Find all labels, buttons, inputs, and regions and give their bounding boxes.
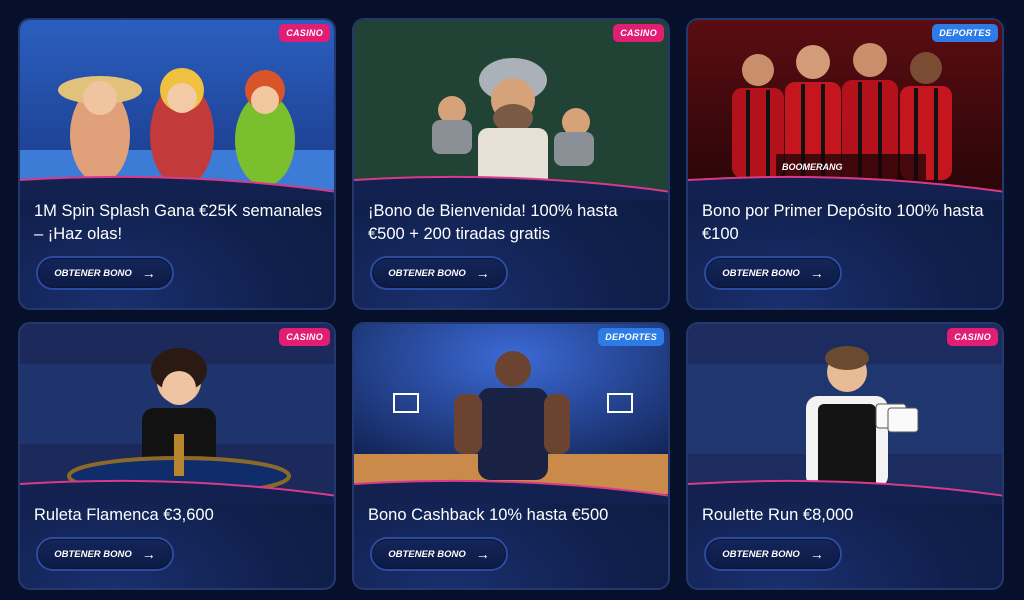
get-bonus-button[interactable]: OBTENER BONO → (704, 537, 842, 571)
button-label: OBTENER BONO (388, 548, 466, 560)
promo-image-football-players (688, 20, 1002, 190)
card-wave-divider (20, 479, 334, 504)
card-wave-divider (688, 479, 1002, 504)
arrow-right-icon: → (141, 546, 156, 562)
get-bonus-button[interactable]: OBTENER BONO → (370, 256, 508, 290)
get-bonus-button[interactable]: OBTENER BONO → (36, 537, 174, 571)
promo-card[interactable]: CASINO Ruleta Flamenca €3,600 OBTENER BO… (18, 322, 336, 590)
promo-card[interactable]: CASINO 1M Spin Splash Gana €25K semanale… (18, 18, 336, 310)
arrow-right-icon: → (809, 546, 824, 562)
promotions-grid: CASINO 1M Spin Splash Gana €25K semanale… (0, 0, 1024, 600)
promo-card[interactable]: DEPORTES Bono Cashback 10% hasta €500 OB… (352, 322, 670, 590)
promo-card[interactable]: CASINO Roulette Run €8,000 OBTENER BONO … (686, 322, 1004, 590)
button-label: OBTENER BONO (54, 267, 132, 279)
promo-image-card-dealer (688, 324, 1002, 494)
get-bonus-button[interactable]: OBTENER BONO → (36, 256, 174, 290)
arrow-right-icon: → (141, 265, 156, 281)
promo-title: Bono Cashback 10% hasta €500 (368, 506, 609, 524)
card-wave-divider (354, 175, 668, 200)
get-bonus-button[interactable]: OBTENER BONO → (370, 537, 508, 571)
promo-image-basketball-player (354, 324, 668, 494)
arrow-right-icon: → (475, 546, 490, 562)
button-label: OBTENER BONO (722, 267, 800, 279)
promo-title: 1M Spin Splash Gana €25K semanales – ¡Ha… (34, 202, 323, 243)
promo-image-pool-party (20, 20, 334, 190)
promo-image-roulette-dealer (20, 324, 334, 494)
card-wave-divider (688, 175, 1002, 200)
card-wave-divider (354, 479, 668, 504)
category-badge: CASINO (613, 24, 664, 42)
arrow-right-icon: → (809, 265, 824, 281)
promo-image-conquistador (354, 20, 668, 190)
category-badge: CASINO (279, 24, 330, 42)
card-wave-divider (20, 175, 334, 200)
promo-title: Bono por Primer Depósito 100% hasta €100 (702, 202, 984, 243)
promo-title: Roulette Run €8,000 (702, 506, 854, 524)
promo-title: ¡Bono de Bienvenida! 100% hasta €500 + 2… (368, 202, 618, 243)
category-badge: CASINO (947, 328, 998, 346)
get-bonus-button[interactable]: OBTENER BONO → (704, 256, 842, 290)
category-badge: CASINO (279, 328, 330, 346)
button-label: OBTENER BONO (54, 548, 132, 560)
arrow-right-icon: → (475, 265, 490, 281)
button-label: OBTENER BONO (722, 548, 800, 560)
button-label: OBTENER BONO (388, 267, 466, 279)
category-badge: DEPORTES (932, 24, 998, 42)
promo-card[interactable]: BOOMERANG DEPORTES Bono por Primer Depós… (686, 18, 1004, 310)
category-badge: DEPORTES (598, 328, 664, 346)
promo-title: Ruleta Flamenca €3,600 (34, 506, 214, 524)
promo-card[interactable]: CASINO ¡Bono de Bienvenida! 100% hasta €… (352, 18, 670, 310)
